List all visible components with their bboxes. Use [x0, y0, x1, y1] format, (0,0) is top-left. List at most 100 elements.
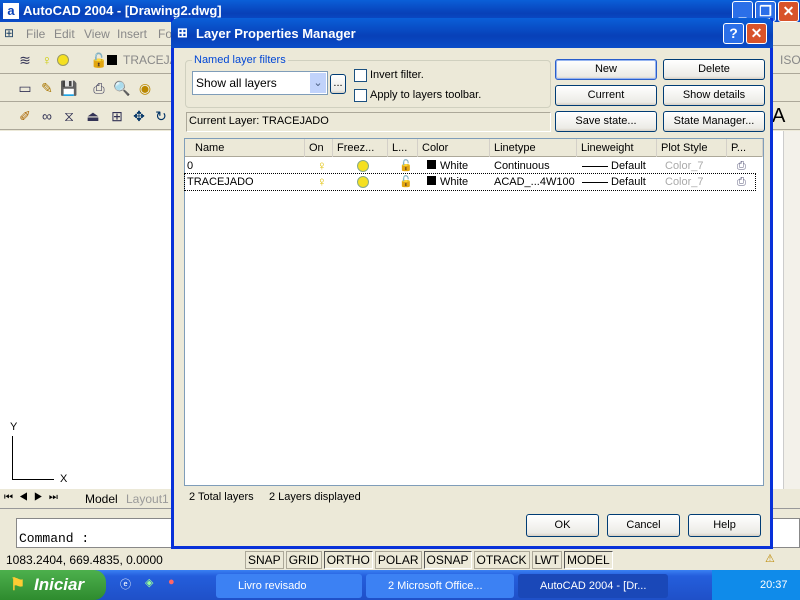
- new-button[interactable]: New: [555, 59, 657, 80]
- status-lwt-toggle[interactable]: LWT: [531, 551, 562, 569]
- erase-icon[interactable]: ✐: [16, 107, 34, 125]
- status-osnap-toggle[interactable]: OSNAP: [423, 551, 472, 569]
- layer-color: White: [440, 160, 469, 172]
- current-button[interactable]: Current: [555, 85, 657, 106]
- sun-thawed-icon[interactable]: [355, 174, 369, 190]
- menu-view[interactable]: View: [84, 27, 110, 41]
- unlocked-icon[interactable]: 🔓: [397, 158, 413, 174]
- command-prompt: Command :: [19, 531, 90, 546]
- status-ortho-toggle[interactable]: ORTHO: [323, 551, 373, 569]
- save-state-button[interactable]: Save state...: [555, 111, 657, 132]
- print-icon[interactable]: ⎙: [90, 79, 108, 97]
- lineweight-line-icon[interactable]: [580, 174, 608, 190]
- status-model-toggle[interactable]: MODEL: [563, 551, 613, 569]
- status-polar-toggle[interactable]: POLAR: [374, 551, 422, 569]
- layers-icon[interactable]: ≋: [16, 51, 34, 69]
- column-header[interactable]: P...: [727, 139, 763, 157]
- layer-plot-style: Color_7: [665, 176, 704, 188]
- move-icon[interactable]: ✥: [130, 107, 148, 125]
- show-details-button[interactable]: Show details: [663, 85, 765, 106]
- color-swatch: [107, 55, 117, 65]
- menu-file[interactable]: File: [26, 27, 45, 41]
- tab-nav-buttons[interactable]: ⏮◀▶⏭: [4, 492, 64, 503]
- column-header[interactable]: Freez...: [333, 139, 388, 157]
- column-header[interactable]: Name: [185, 139, 305, 157]
- total-layers: 2 Total layers: [189, 491, 254, 503]
- dialog-help-button[interactable]: ?: [723, 23, 744, 44]
- lineweight-line-icon[interactable]: [580, 158, 608, 174]
- taskbar-item-office[interactable]: 2 Microsoft Office...: [366, 574, 514, 598]
- color-swatch[interactable]: [425, 174, 436, 190]
- taskbar-item-autocad[interactable]: AutoCAD 2004 - [Dr...: [518, 574, 668, 598]
- sun-thawed-icon[interactable]: [355, 158, 369, 174]
- taskbar-item-livro[interactable]: Livro revisado: [216, 574, 362, 598]
- app-close-button[interactable]: ✕: [778, 1, 799, 22]
- tab-model[interactable]: Model: [85, 492, 118, 506]
- open-file-icon[interactable]: ✎: [38, 79, 56, 97]
- publish-icon[interactable]: ◉: [136, 79, 154, 97]
- quicklaunch-media-icon[interactable]: ◈: [145, 576, 153, 589]
- coordinates-readout: 1083.2404, 669.4835, 0.0000: [6, 553, 163, 567]
- dimstyle-combo[interactable]: ISO-: [780, 53, 800, 67]
- communication-center-icon[interactable]: ⚠: [765, 552, 775, 565]
- taskbar-item-label: Livro revisado: [238, 580, 307, 592]
- array-icon[interactable]: ⊞: [108, 107, 126, 125]
- ucs-icon: [12, 436, 54, 480]
- layer-linetype: Continuous: [494, 160, 550, 172]
- start-button[interactable]: ⚑ Iniciar: [0, 570, 106, 600]
- column-header[interactable]: Lineweight: [577, 139, 657, 157]
- preview-icon[interactable]: 🔍: [113, 79, 131, 97]
- column-header[interactable]: Plot Style: [657, 139, 727, 157]
- layer-properties-dialog: ⊞ Layer Properties Manager ? ✕ Named lay…: [171, 18, 773, 549]
- doc-icon: ⊞: [4, 26, 15, 40]
- save-icon[interactable]: 💾: [60, 79, 78, 97]
- dialog-close-button[interactable]: ✕: [746, 23, 767, 44]
- menu-edit[interactable]: Edit: [54, 27, 75, 41]
- filter-browse-button[interactable]: ...: [330, 74, 346, 94]
- chevron-down-icon[interactable]: ⌄: [310, 73, 326, 93]
- column-header[interactable]: Color: [418, 139, 490, 157]
- column-header[interactable]: Linetype: [490, 139, 577, 157]
- copy-icon[interactable]: ∞: [38, 107, 56, 125]
- help-button[interactable]: Help: [688, 514, 761, 537]
- color-swatch[interactable]: [425, 158, 436, 174]
- menu-insert[interactable]: Insert: [117, 27, 147, 41]
- new-file-icon[interactable]: ▭: [16, 79, 34, 97]
- column-header[interactable]: L...: [388, 139, 418, 157]
- bulb-on-icon[interactable]: ♀: [315, 174, 327, 190]
- layer-linetype: ACAD_...4W100: [494, 176, 575, 188]
- status-snap-toggle[interactable]: SNAP: [245, 551, 284, 569]
- layer-row[interactable]: 0 ♀ 🔓 White Continuous Default Color_7 ⎙: [185, 158, 755, 174]
- cancel-button[interactable]: Cancel: [607, 514, 680, 537]
- status-grid-toggle[interactable]: GRID: [285, 551, 322, 569]
- vertical-scrollbar[interactable]: [783, 131, 800, 489]
- layer-list-header: Name On Freez... L... Color Linetype Lineweigh…: [185, 139, 763, 157]
- layer-list[interactable]: Name On Freez... L... Color Linetype Lineweigh…: [184, 138, 764, 486]
- state-manager-button[interactable]: State Manager...: [663, 111, 765, 132]
- offset-icon[interactable]: ⏏: [84, 107, 102, 125]
- ucs-y-label: Y: [10, 421, 18, 433]
- text-style-icon[interactable]: A: [772, 105, 785, 128]
- quicklaunch-ie-icon[interactable]: ⓔ: [120, 576, 131, 592]
- column-header[interactable]: On: [305, 139, 333, 157]
- dialog-titlebar[interactable]: ⊞ Layer Properties Manager ? ✕: [171, 18, 773, 48]
- apply-toolbar-checkbox[interactable]: [354, 89, 367, 102]
- printer-icon[interactable]: ⎙: [735, 158, 746, 174]
- status-otrack-toggle[interactable]: OTRACK: [473, 551, 530, 569]
- mirror-icon[interactable]: ⧖: [60, 107, 78, 125]
- tab-layout1[interactable]: Layout1: [126, 492, 169, 506]
- invert-filter-checkbox[interactable]: [354, 69, 367, 82]
- printer-icon[interactable]: ⎙: [735, 174, 746, 190]
- summary-bar: 2 Total layers 2 Layers displayed: [186, 488, 764, 508]
- unlocked-icon[interactable]: 🔓: [397, 174, 413, 190]
- bulb-on-icon[interactable]: ♀: [315, 158, 327, 174]
- ok-button[interactable]: OK: [526, 514, 599, 537]
- quicklaunch-app-icon[interactable]: ●: [168, 576, 175, 588]
- layer-row[interactable]: TRACEJADO ♀ 🔓 White ACAD_...4W100 Default Colo…: [184, 173, 756, 191]
- layer-combo[interactable]: TRACEJA: [123, 53, 178, 67]
- layer-plot-style: Color_7: [665, 160, 704, 172]
- filter-dropdown[interactable]: Show all layers ⌄: [192, 71, 328, 95]
- rotate-icon[interactable]: ↻: [152, 107, 170, 125]
- menu-format[interactable]: Fo: [158, 27, 172, 41]
- delete-button[interactable]: Delete: [663, 59, 765, 80]
